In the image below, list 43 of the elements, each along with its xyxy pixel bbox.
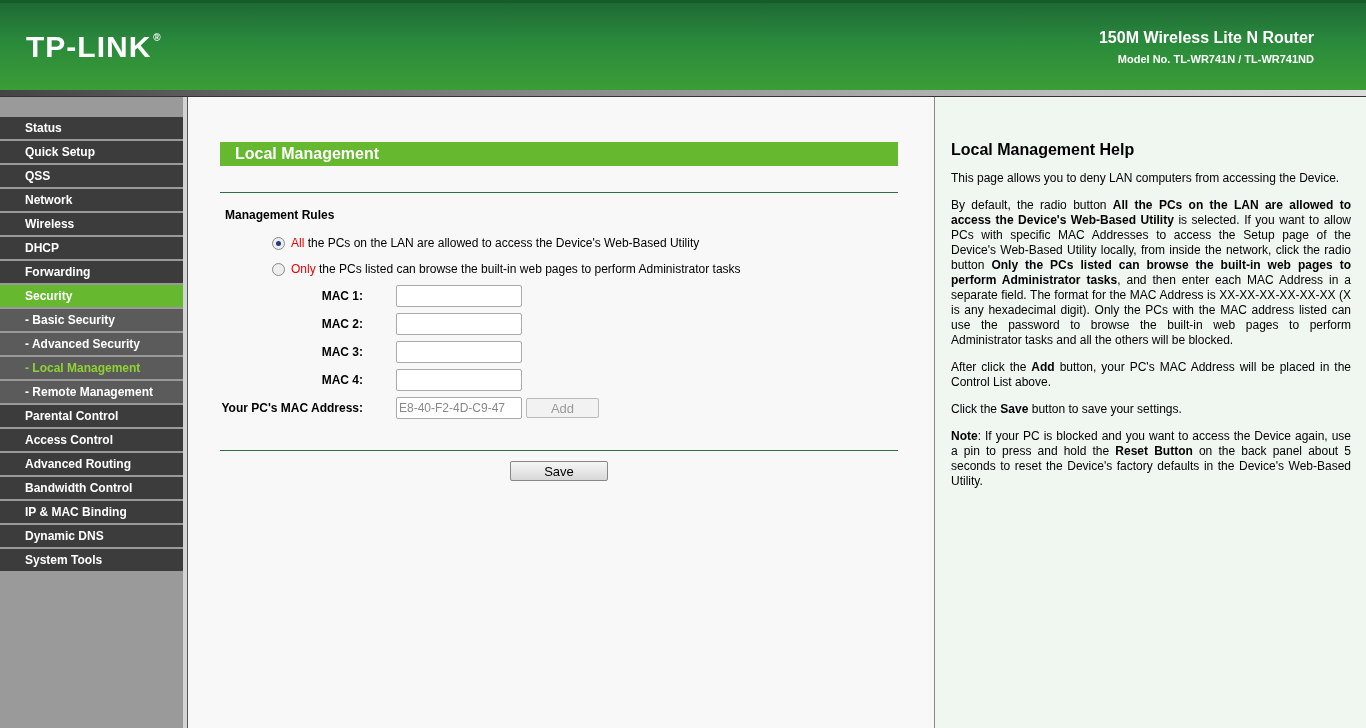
- sidebar-item[interactable]: Bandwidth Control: [0, 477, 183, 499]
- help-text: Click the Save button to save your settings.: [951, 402, 1183, 417]
- sidebar-item[interactable]: System Tools: [0, 549, 183, 571]
- sidebar-item[interactable]: Status: [0, 117, 183, 139]
- input-field[interactable]: [396, 285, 522, 307]
- sidebar-item[interactable]: Dynamic DNS: [0, 525, 183, 547]
- help-text: By default, the radio button All the PCs on the LAN are allowed to access the Device's Web-Based Utility is selected. If you want to allow PCs with specific MAC Addresses to access the Setup page of the Device's Web-Based Utility locally, from inside the network, click the radio button Only the PCs listed can browse the built-in web pages to perform Administrator tasks, and then enter each MAC Address in a separate field. The format for the MAC Address is XX-XX-XX-XX-XX-XX (X is any hexadecimal digit). Only the PCs with the MAC address listed can use the password to browse the built-in web pages to perform Administrator tasks and all the others will be blocked.: [951, 198, 1351, 348]
- section-title: Management Rules: [225, 208, 336, 222]
- sidebar-item[interactable]: Quick Setup: [0, 141, 183, 163]
- radio-label: All the PCs on the LAN are allowed to access the Device's Web-Based Utility: [291, 236, 700, 250]
- input-field[interactable]: [396, 341, 522, 363]
- sidebar-item[interactable]: - Advanced Security: [0, 333, 183, 355]
- help-text: Note: If your PC is blocked and you want to access the Device again, use a pin to press and hold the Reset Button on the back panel about 5 seconds to reset the Device's factory defaults in the Device's Web-Based Utility.: [951, 429, 1351, 489]
- radio-label: Only the PCs listed can browse the built-in web pages to perform Administrator tasks: [291, 262, 741, 276]
- page-title: Local Management: [220, 142, 898, 166]
- sidebar-item[interactable]: - Remote Management: [0, 381, 183, 403]
- sidebar-item[interactable]: Wireless: [0, 213, 183, 235]
- save-button[interactable]: Save: [510, 461, 608, 481]
- sidebar-item[interactable]: - Local Management: [0, 357, 183, 379]
- sidebar-item[interactable]: Advanced Routing: [0, 453, 183, 475]
- help-text: After click the Add button, your PC's MAC Address will be placed in the Control List above.: [951, 360, 1351, 390]
- field-label: MAC 4:: [320, 373, 364, 387]
- help-text: This page allows you to deny LAN computers from accessing the Device.: [951, 171, 1341, 186]
- field-label: Your PC's MAC Address:: [220, 401, 364, 415]
- sidebar-item[interactable]: - Basic Security: [0, 309, 183, 331]
- sidebar-item[interactable]: Access Control: [0, 429, 183, 451]
- model-number: Model No. TL-WR741N / TL-WR741ND: [1117, 52, 1314, 65]
- sidebar-item[interactable]: Forwarding: [0, 261, 183, 283]
- input-field[interactable]: [396, 369, 522, 391]
- field-label: MAC 1:: [320, 289, 364, 303]
- sidebar-item[interactable]: Network: [0, 189, 183, 211]
- logo: TP-LINK®: [26, 29, 162, 64]
- product-name: 150M Wireless Lite N Router: [1098, 28, 1314, 47]
- sidebar-item[interactable]: Parental Control: [0, 405, 183, 427]
- field-label: MAC 2:: [320, 317, 364, 331]
- sidebar-item[interactable]: IP & MAC Binding: [0, 501, 183, 523]
- help-title: Local Management Help: [951, 141, 1136, 159]
- radio-button[interactable]: [272, 262, 285, 276]
- sidebar-item[interactable]: QSS: [0, 165, 183, 187]
- radio-button[interactable]: [272, 236, 285, 250]
- input-field[interactable]: [396, 313, 522, 335]
- field-label: MAC 3:: [320, 345, 364, 359]
- sidebar-item[interactable]: DHCP: [0, 237, 183, 259]
